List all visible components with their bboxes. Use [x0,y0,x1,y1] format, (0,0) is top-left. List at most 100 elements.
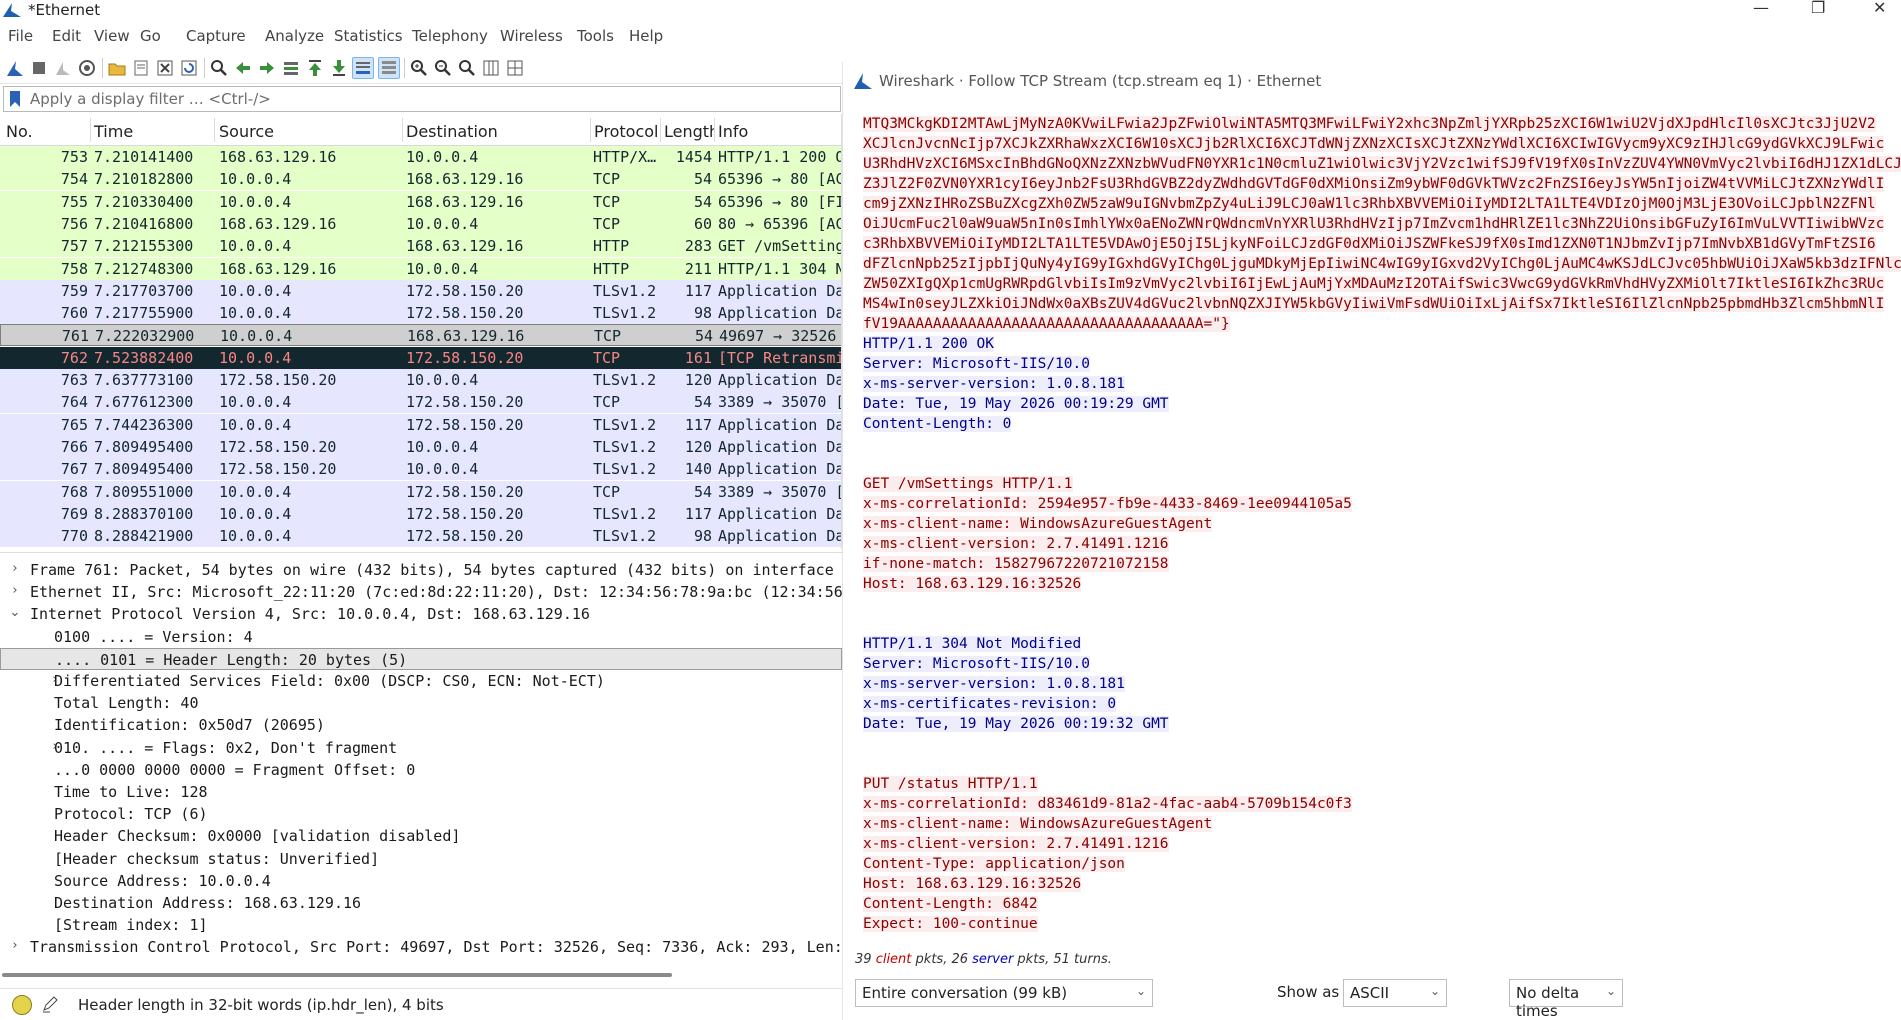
cell-no: 764 [60,393,88,412]
menu-view[interactable]: View [94,27,130,45]
zoom-in-icon[interactable] [408,57,430,79]
menu-help[interactable]: Help [629,27,663,45]
detail-tree-item[interactable]: 0100 .... = Version: 4 [0,626,842,648]
capture-comment-icon[interactable] [40,994,60,1014]
col-source[interactable]: Source [219,122,274,141]
detail-tree-item[interactable]: ⌄ Internet Protocol Version 4, Src: 10.0.… [0,603,842,625]
packet-row[interactable]: 755 7.210330400 10.0.0.4 168.63.129.16 TCP 54… [0,190,841,213]
last-packet-icon[interactable] [328,57,350,79]
col-protocol[interactable]: Protocol [594,122,658,141]
save-file-icon[interactable] [130,57,152,79]
detail-tree-item[interactable]: › Frame 761: Packet, 54 bytes on wire (43… [0,559,842,581]
go-forward-icon[interactable] [256,57,278,79]
packet-row[interactable]: 754 7.210182800 10.0.0.4 168.63.129.16 TCP 54… [0,168,841,191]
cell-src: 172.58.150.20 [219,371,337,389]
col-time[interactable]: Time [94,122,133,141]
open-file-icon[interactable] [106,57,128,79]
normal-size-icon[interactable] [456,57,478,79]
menu-wireless[interactable]: Wireless [500,27,563,45]
find-packet-icon[interactable] [208,57,230,79]
expand-arrow-icon[interactable]: › [8,583,22,598]
packet-row[interactable]: 769 8.288370100 10.0.0.4 172.58.150.20 TLSv1… [0,502,841,525]
stop-capture-icon[interactable] [28,57,50,79]
col-length[interactable]: Length [664,122,714,141]
col-info[interactable]: Info [718,122,748,141]
packet-list[interactable]: No. Time Source Destination Protocol Len… [0,114,842,549]
packet-row[interactable]: 760 7.217755900 10.0.0.4 172.58.150.20 TLSv1… [0,302,842,325]
menu-analyze[interactable]: Analyze [265,27,324,45]
packet-details-tree[interactable]: › Frame 761: Packet, 54 bytes on wire (43… [0,552,842,967]
maximize-button[interactable]: ❐ [1811,0,1825,17]
expand-arrow-icon[interactable]: › [8,561,22,576]
stream-content[interactable]: MTQ3MCkgKDI2MTAwLjMyNzA0KVwiLFwia2JpZFwi… [863,114,1901,944]
cell-info: Application Da [718,304,842,323]
layout-icon[interactable] [504,57,526,79]
detail-tree-item[interactable]: [Header checksum status: Unverified] [0,848,842,870]
detail-tree-item[interactable]: › 010. .... = Flags: 0x2, Don't fragment [0,737,842,759]
close-button[interactable]: ✕ [1873,0,1886,17]
detail-tree-item[interactable]: .... 0101 = Header Length: 20 bytes (5) [0,647,842,670]
detail-tree-item[interactable]: › Differentiated Services Field: 0x00 (DS… [0,670,842,692]
go-back-icon[interactable] [232,57,254,79]
delta-times-select[interactable]: No delta times ⌄ [1509,979,1623,1020]
packet-row[interactable]: 753 7.210141400 168.63.129.16 10.0.0.4 HTTP/… [0,146,841,168]
menu-edit[interactable]: Edit [52,27,81,45]
menu-statistics[interactable]: Statistics [334,27,403,45]
detail-tree-item[interactable]: ...0 0000 0000 0000 = Fragment Offset: 0 [0,759,842,781]
packet-row[interactable]: 759 7.217703700 10.0.0.4 172.58.150.20 TLSv1… [0,279,841,302]
expand-arrow-icon[interactable]: ⌄ [8,605,22,620]
colorize-icon[interactable] [378,57,400,79]
close-file-icon[interactable] [154,57,176,79]
detail-tree-item[interactable]: Time to Live: 128 [0,781,842,803]
detail-tree-item[interactable]: Identification: 0x50d7 (20695) [0,714,842,736]
restart-capture-icon[interactable] [52,57,74,79]
menu-file[interactable]: File [8,27,33,45]
menu-go[interactable]: Go [140,27,161,45]
bookmark-icon[interactable] [8,90,22,108]
detail-tree-item[interactable]: › Ethernet II, Src: Microsoft_22:11:20 (7… [0,581,842,603]
detail-tree-item[interactable]: Destination Address: 168.63.129.16 [0,892,842,914]
col-no[interactable]: No. [6,122,33,141]
zoom-out-icon[interactable] [432,57,454,79]
stream-line: x-ms-client-name: WindowsAzureGuestAgent [863,814,1901,834]
packet-row[interactable]: 763 7.637773100 172.58.150.20 10.0.0.4 TLSv1… [0,369,841,391]
cell-dst: 172.58.150.20 [406,304,524,323]
detail-tree-item[interactable]: Total Length: 40 [0,692,842,714]
packet-row[interactable]: 767 7.809495400 172.58.150.20 10.0.0.4 TLSv1… [0,458,841,481]
stream-text: Z3JlZ2F0ZVN0YXR1cyI6eyJnb2FsU3RhdGVBZ2dy… [863,176,1885,192]
display-filter-input[interactable]: Apply a display filter … <Ctrl-/> [3,86,841,112]
col-destination[interactable]: Destination [406,122,498,141]
detail-tree-item[interactable]: Protocol: TCP (6) [0,803,842,825]
resize-columns-icon[interactable] [480,57,502,79]
autoscroll-icon[interactable] [352,57,374,79]
first-packet-icon[interactable] [304,57,326,79]
scrollbar-thumb[interactable] [2,973,672,977]
packet-row[interactable]: 756 7.210416800 168.63.129.16 10.0.0.4 TCP 60… [0,212,841,235]
packet-row[interactable]: 770 8.288421900 10.0.0.4 172.58.150.20 TLSv1… [0,525,841,548]
capture-options-icon[interactable] [76,57,98,79]
conversation-select[interactable]: Entire conversation (99 kB) ⌄ [855,979,1153,1007]
packet-row[interactable]: 768 7.809551000 10.0.0.4 172.58.150.20 TCP 54… [0,480,841,503]
detail-tree-item[interactable]: Source Address: 10.0.0.4 [0,870,842,892]
minimize-button[interactable]: — [1753,0,1769,17]
details-horizontal-scrollbar[interactable] [0,969,842,981]
menu-tools[interactable]: Tools [577,27,614,45]
menu-telephony[interactable]: Telephony [412,27,488,45]
start-capture-icon[interactable] [4,57,26,79]
show-as-select[interactable]: ASCII ⌄ [1343,979,1447,1007]
packet-row[interactable]: 766 7.809495400 172.58.150.20 10.0.0.4 TLSv1… [0,435,841,458]
packet-row[interactable]: 765 7.744236300 10.0.0.4 172.58.150.20 TLSv1… [0,413,841,436]
packet-row[interactable]: 757 7.212155300 10.0.0.4 168.63.129.16 HTTP 2… [0,235,841,258]
packet-row[interactable]: 764 7.677612300 10.0.0.4 172.58.150.20 TCP 54… [0,391,841,414]
expand-arrow-icon[interactable]: › [8,938,22,953]
detail-tree-item[interactable]: [Stream index: 1] [0,914,842,936]
detail-tree-item[interactable]: › Transmission Control Protocol, Src Port… [0,936,842,958]
reload-file-icon[interactable] [178,57,200,79]
packet-row[interactable]: 761 7.222032900 10.0.0.4 168.63.129.16 TCP 54… [0,324,841,347]
packet-row[interactable]: 758 7.212748300 168.63.129.16 10.0.0.4 HTTP 2… [0,257,841,280]
go-to-packet-icon[interactable] [280,57,302,79]
packet-row[interactable]: 762 7.523882400 10.0.0.4 172.58.150.20 TCP 16… [0,346,841,369]
expert-info-icon[interactable] [12,995,32,1015]
detail-tree-item[interactable]: Header Checksum: 0x0000 [validation disa… [0,825,842,847]
menu-capture[interactable]: Capture [186,27,246,45]
